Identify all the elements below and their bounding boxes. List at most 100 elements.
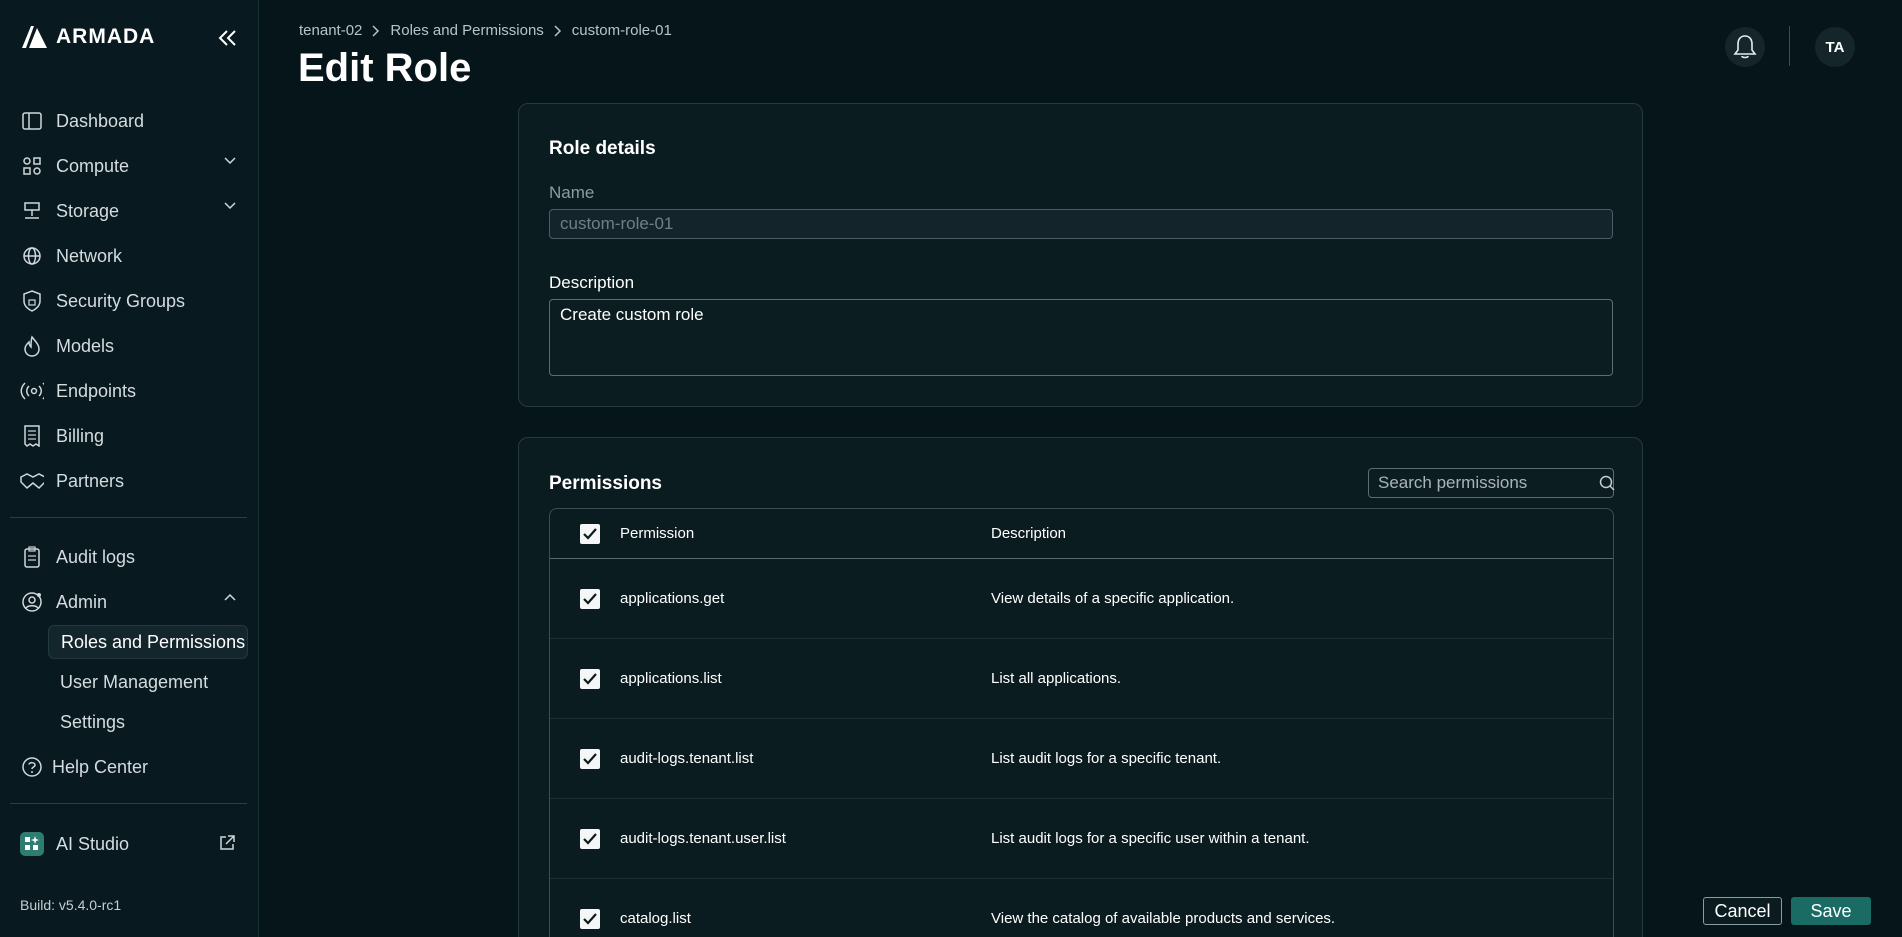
- row-checkbox[interactable]: [580, 908, 600, 929]
- globe-icon: [20, 244, 44, 268]
- sidebar: ARMADA Dashboard Compute Storage Network…: [0, 0, 259, 937]
- sidebar-item-storage[interactable]: Storage: [20, 193, 242, 229]
- check-icon: [583, 912, 597, 925]
- handshake-icon: [20, 469, 44, 493]
- select-all-checkbox[interactable]: [580, 523, 600, 544]
- permission-name: audit-logs.tenant.user.list: [620, 830, 786, 847]
- search-input[interactable]: [1369, 469, 1599, 497]
- collapse-sidebar-button[interactable]: [214, 24, 242, 52]
- column-description: Description: [991, 525, 1067, 542]
- sidebar-item-label: Help Center: [52, 756, 149, 777]
- permission-description: List audit logs for a specific tenant.: [991, 750, 1222, 767]
- sidebar-item-help-center[interactable]: Help Center: [20, 749, 242, 785]
- sidebar-item-ai-studio[interactable]: AI Studio: [20, 826, 242, 862]
- search-permissions[interactable]: [1368, 468, 1615, 498]
- header-separator: [1789, 26, 1790, 66]
- build-version: Build: v5.4.0-rc1: [20, 897, 122, 913]
- sidebar-item-label: Billing: [56, 425, 105, 446]
- permission-description: List audit logs for a specific user with…: [991, 830, 1310, 847]
- save-button[interactable]: Save: [1791, 897, 1871, 925]
- sidebar-item-label: Network: [56, 245, 123, 266]
- avatar[interactable]: TA: [1815, 27, 1855, 67]
- breadcrumb-roles-and-permissions[interactable]: Roles and Permissions: [390, 22, 543, 39]
- armada-logo[interactable]: ARMADA: [20, 24, 155, 50]
- dashboard-icon: [20, 109, 44, 133]
- role-details-title: Role details: [549, 138, 656, 159]
- permission-name: catalog.list: [620, 910, 691, 927]
- permission-description: View the catalog of available products a…: [991, 910, 1336, 927]
- notifications-button[interactable]: [1725, 27, 1765, 67]
- sidebar-item-audit-logs[interactable]: Audit logs: [20, 539, 242, 575]
- description-label: Description: [549, 273, 635, 292]
- check-icon: [583, 527, 597, 540]
- role-details-card: Role details Name Description Create cus…: [518, 103, 1643, 407]
- shield-lock-icon: [20, 289, 44, 313]
- sidebar-item-security-groups[interactable]: Security Groups: [20, 283, 242, 319]
- permission-description: View details of a specific application.: [991, 590, 1235, 607]
- flame-icon: [20, 334, 44, 358]
- sidebar-item-label: Partners: [56, 470, 125, 491]
- permission-description: List all applications.: [991, 670, 1122, 687]
- sidebar-subitem-user-management[interactable]: User Management: [48, 665, 248, 699]
- chevron-down-icon: [224, 202, 236, 210]
- table-row: audit-logs.tenant.user.list List audit l…: [550, 799, 1613, 879]
- sidebar-subitem-roles-and-permissions[interactable]: Roles and Permissions: [48, 625, 248, 659]
- column-permission: Permission: [620, 525, 695, 542]
- sidebar-divider: [10, 517, 247, 518]
- check-icon: [583, 832, 597, 845]
- sidebar-item-partners[interactable]: Partners: [20, 463, 242, 499]
- chevron-right-icon: [372, 24, 380, 37]
- sidebar-item-label: Compute: [56, 155, 130, 176]
- user-gear-icon: [20, 590, 44, 614]
- question-circle-icon: [20, 755, 44, 779]
- name-field: [549, 209, 1613, 239]
- sidebar-item-label: Dashboard: [56, 110, 145, 131]
- name-label: Name: [549, 183, 595, 202]
- page-title: Edit Role: [298, 46, 472, 90]
- chevron-up-icon: [224, 593, 236, 601]
- table-header: Permission Description: [550, 509, 1613, 559]
- storage-icon: [20, 199, 44, 223]
- cancel-button[interactable]: Cancel: [1703, 897, 1782, 925]
- breadcrumb-tenant[interactable]: tenant-02: [299, 22, 362, 39]
- sidebar-item-label: Storage: [56, 200, 120, 221]
- chevron-down-icon: [224, 157, 236, 165]
- search-icon[interactable]: [1599, 475, 1615, 491]
- sidebar-item-models[interactable]: Models: [20, 328, 242, 364]
- row-checkbox[interactable]: [580, 668, 600, 689]
- broadcast-icon: [20, 379, 44, 403]
- check-icon: [583, 592, 597, 605]
- breadcrumb: tenant-02 Roles and Permissions custom-r…: [299, 22, 672, 39]
- sidebar-item-endpoints[interactable]: Endpoints: [20, 373, 242, 409]
- sidebar-item-network[interactable]: Network: [20, 238, 242, 274]
- logo-text: ARMADA: [56, 25, 156, 48]
- external-link-icon[interactable]: [218, 834, 236, 852]
- receipt-icon: [20, 424, 44, 448]
- sidebar-item-compute[interactable]: Compute: [20, 148, 242, 184]
- ai-studio-icon: [20, 832, 44, 856]
- sidebar-item-label: Audit logs: [56, 546, 136, 567]
- row-checkbox[interactable]: [580, 748, 600, 769]
- bell-icon: [1733, 35, 1757, 59]
- sidebar-item-billing[interactable]: Billing: [20, 418, 242, 454]
- double-chevron-left-icon: [218, 30, 236, 46]
- check-icon: [583, 752, 597, 765]
- description-field[interactable]: Create custom role: [549, 299, 1613, 376]
- sidebar-subitem-settings[interactable]: Settings: [48, 705, 248, 739]
- permissions-title: Permissions: [549, 473, 662, 494]
- sidebar-item-label: AI Studio: [56, 833, 130, 854]
- sidebar-item-dashboard[interactable]: Dashboard: [20, 103, 242, 139]
- sidebar-item-admin[interactable]: Admin: [20, 584, 242, 620]
- permission-name: applications.get: [620, 590, 725, 607]
- table-row: applications.get View details of a speci…: [550, 559, 1613, 639]
- clipboard-icon: [20, 545, 44, 569]
- row-checkbox[interactable]: [580, 828, 600, 849]
- permission-name: applications.list: [620, 670, 722, 687]
- table-row: audit-logs.tenant.list List audit logs f…: [550, 719, 1613, 799]
- sidebar-item-label: Models: [56, 335, 115, 356]
- compute-icon: [20, 154, 44, 178]
- sidebar-divider: [10, 803, 247, 804]
- permissions-table: Permission Description applications.get …: [549, 508, 1614, 937]
- row-checkbox[interactable]: [580, 588, 600, 609]
- breadcrumb-current: custom-role-01: [571, 22, 672, 39]
